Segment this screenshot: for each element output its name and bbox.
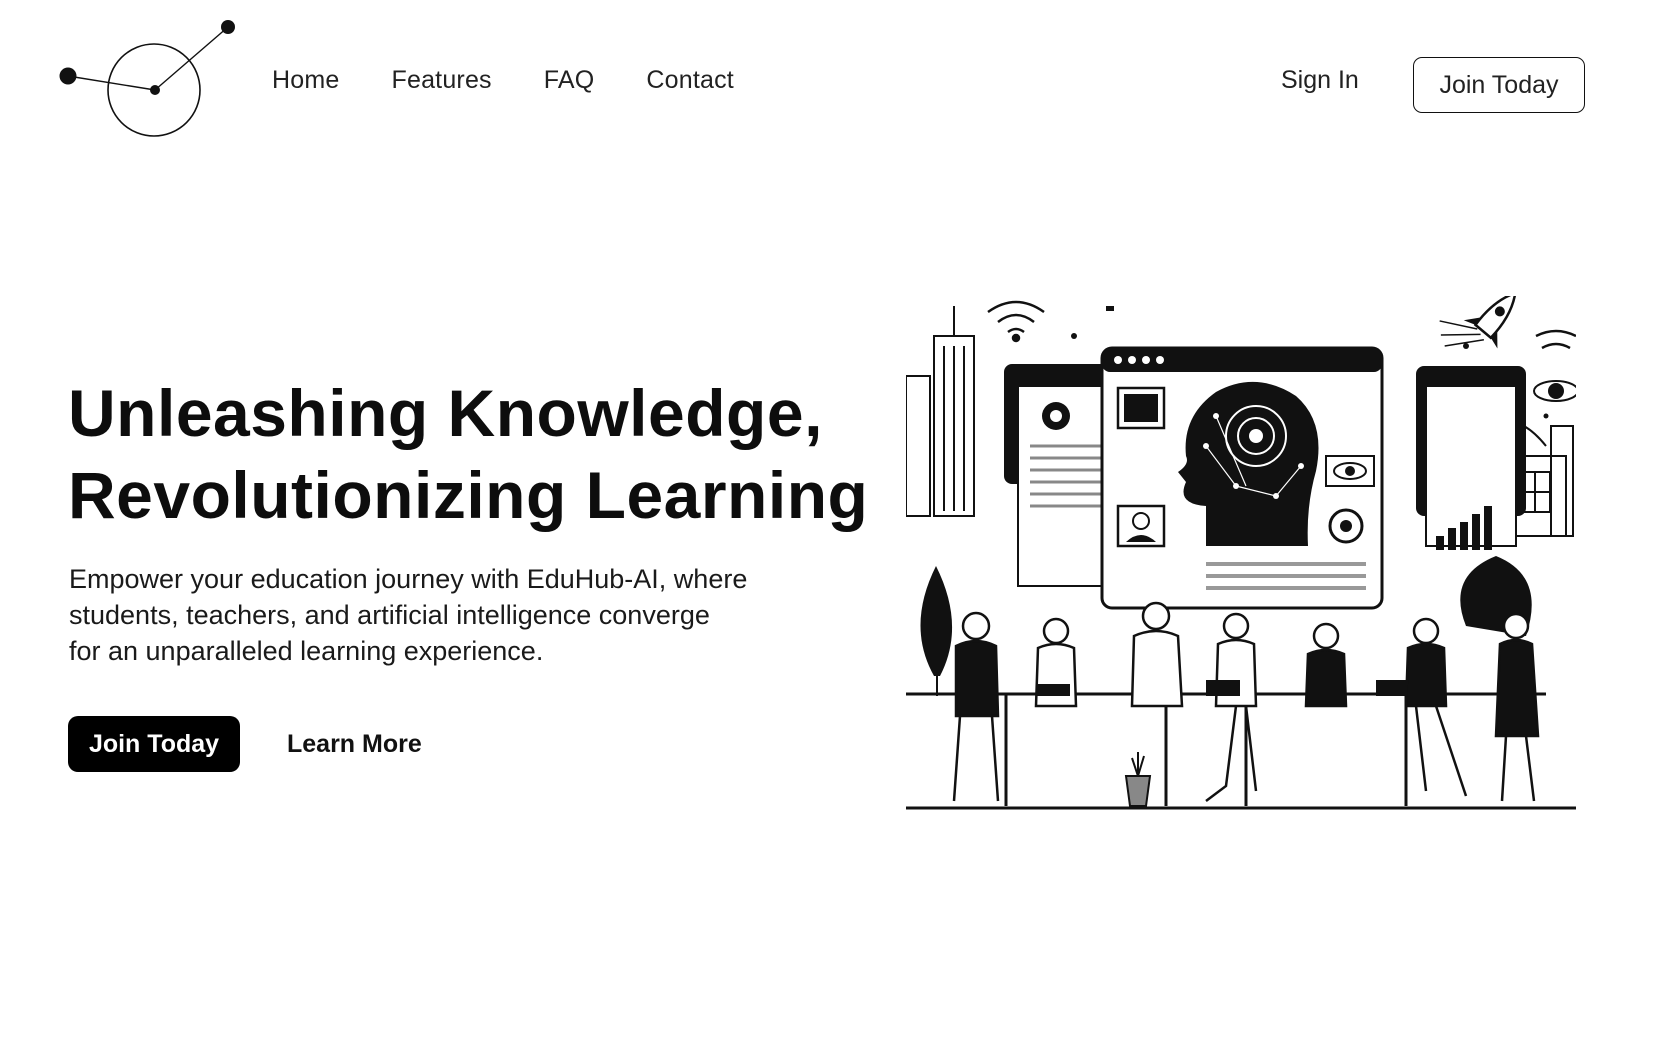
ai-classroom-illustration [905, 291, 1579, 810]
nav-faq[interactable]: FAQ [544, 66, 595, 95]
hero-subtitle: Empower your education journey with EduH… [69, 561, 829, 669]
learn-more-link[interactable]: Learn More [287, 730, 422, 759]
nav-features[interactable]: Features [392, 66, 492, 95]
constellation-logo-icon [59, 20, 235, 137]
nav-contact[interactable]: Contact [646, 66, 734, 95]
hero-title-line: Revolutionizing Learning [68, 458, 869, 532]
hero-title-line: Unleashing Knowledge, [68, 376, 823, 450]
sign-in-link[interactable]: Sign In [1281, 66, 1359, 95]
hero-subtitle-line: Empower your education journey with EduH… [69, 564, 748, 594]
hero-subtitle-line: students, teachers, and artificial intel… [69, 600, 710, 630]
main-nav: Home Features FAQ Contact [272, 66, 734, 95]
logo[interactable] [52, 14, 242, 144]
hero-join-button[interactable]: Join Today [68, 716, 240, 772]
nav-home[interactable]: Home [272, 66, 340, 95]
hero-title: Unleashing Knowledge, Revolutionizing Le… [68, 372, 868, 536]
hero-subtitle-line: for an unparalleled learning experience. [69, 636, 544, 666]
header-join-button[interactable]: Join Today [1413, 57, 1585, 113]
hero-illustration [905, 291, 1579, 832]
